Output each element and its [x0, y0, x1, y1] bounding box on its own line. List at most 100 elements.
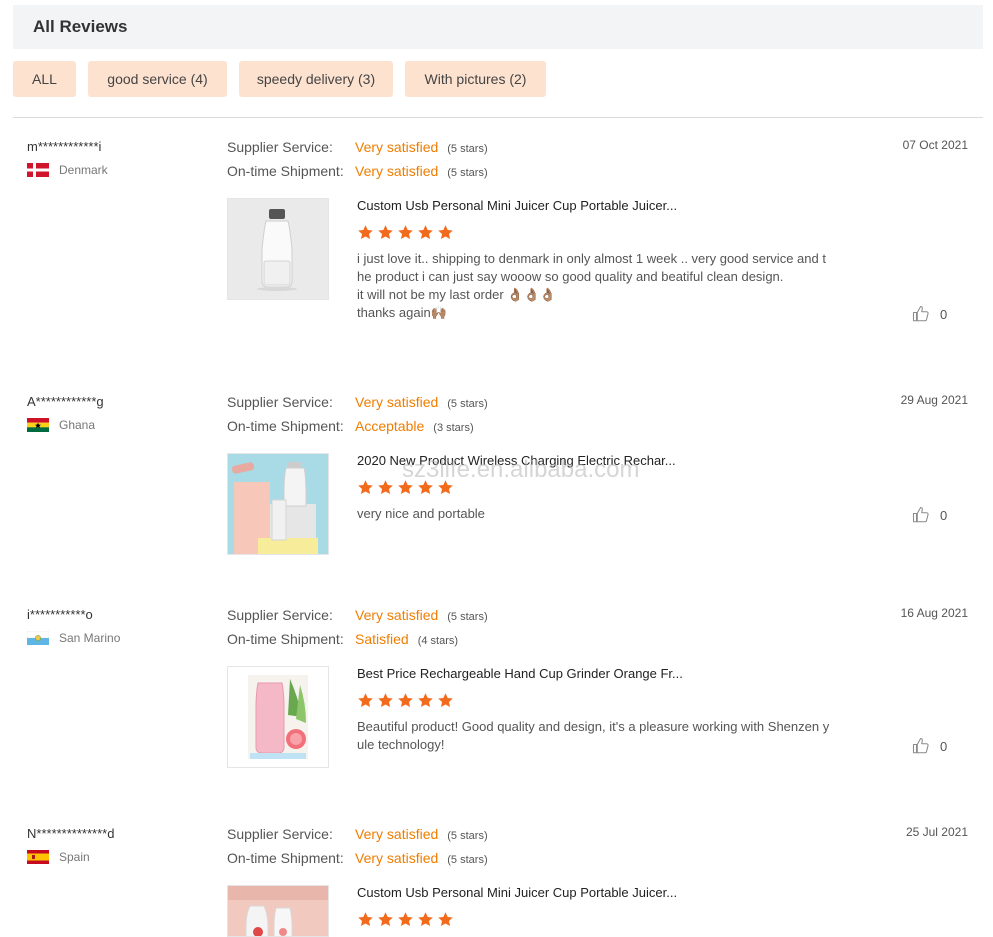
flag-spain-icon	[27, 850, 49, 864]
product-link[interactable]: 2020 New Product Wireless Charging Elect…	[357, 453, 676, 468]
review-comment: very nice and portable	[357, 506, 485, 521]
supplier-service-rating: Supplier Service: Very satisfied (5 star…	[227, 607, 488, 623]
shipment-rating: On-time Shipment: Very satisfied (5 star…	[227, 850, 488, 866]
supplier-service-value: Very satisfied	[355, 394, 439, 410]
product-thumbnail[interactable]	[227, 885, 329, 937]
star-icon	[418, 693, 433, 708]
star-icon	[418, 912, 433, 927]
star-icon	[358, 693, 373, 708]
country-name: Ghana	[59, 418, 96, 432]
shipment-value: Acceptable	[355, 418, 425, 434]
shipment-label: On-time Shipment:	[227, 163, 344, 179]
shipment-rating: On-time Shipment: Acceptable (3 stars)	[227, 418, 474, 434]
filter-speedy-delivery[interactable]: speedy delivery (3)	[239, 61, 393, 97]
like-count: 0	[940, 507, 948, 523]
shipment-value: Satisfied	[355, 631, 409, 647]
star-icon	[438, 912, 453, 927]
product-link[interactable]: Best Price Rechargeable Hand Cup Grinder…	[357, 666, 683, 681]
reviewer-name: i***********o	[27, 607, 93, 622]
shipment-rating: On-time Shipment: Satisfied (4 stars)	[227, 631, 458, 647]
reviewer-country: Denmark	[27, 163, 108, 177]
flag-denmark-icon	[27, 163, 49, 177]
reviewer-name: m************i	[27, 139, 102, 154]
shipment-stars: (4 stars)	[417, 635, 459, 647]
supplier-service-rating: Supplier Service: Very satisfied (5 star…	[227, 139, 488, 155]
product-thumbnail[interactable]	[227, 666, 329, 768]
reviewer-country: Ghana	[27, 418, 95, 432]
thumbs-up-icon	[912, 737, 929, 754]
supplier-service-label: Supplier Service:	[227, 139, 333, 155]
shipment-label: On-time Shipment:	[227, 418, 344, 434]
star-icon	[378, 693, 393, 708]
review-date: 16 Aug 2021	[900, 606, 968, 620]
divider	[13, 117, 983, 118]
star-icon	[418, 480, 433, 495]
filter-with-pictures[interactable]: With pictures (2)	[405, 61, 546, 97]
thumbs-up-icon	[912, 506, 929, 523]
supplier-service-label: Supplier Service:	[227, 394, 333, 410]
star-icon	[378, 225, 393, 240]
shipment-stars: (5 stars)	[447, 854, 488, 866]
supplier-service-label: Supplier Service:	[227, 826, 333, 842]
star-icon	[378, 480, 393, 495]
country-name: Spain	[59, 850, 90, 864]
star-icon	[398, 693, 413, 708]
review-date: 25 Jul 2021	[905, 825, 968, 839]
reviewer-country: Spain	[27, 850, 90, 864]
like-button[interactable]: 0	[912, 737, 947, 755]
like-count: 0	[940, 306, 948, 322]
star-icon	[418, 225, 433, 240]
supplier-service-stars: (5 stars)	[447, 398, 488, 410]
shipment-rating: On-time Shipment: Very satisfied (5 star…	[227, 163, 488, 179]
country-name: San Marino	[59, 631, 121, 645]
review-comment: i just love it.. shipping to denmark in …	[357, 251, 826, 320]
reviews-header: All Reviews	[13, 5, 983, 49]
shipment-value: Very satisfied	[355, 163, 439, 179]
product-link[interactable]: Custom Usb Personal Mini Juicer Cup Port…	[357, 885, 677, 900]
supplier-service-value: Very satisfied	[355, 607, 439, 623]
review-comment: Beautiful product! Good quality and desi…	[357, 719, 830, 752]
product-rating	[357, 224, 454, 241]
star-icon	[378, 912, 393, 927]
supplier-service-rating: Supplier Service: Very satisfied (5 star…	[227, 394, 488, 410]
like-button[interactable]: 0	[912, 506, 947, 524]
supplier-service-value: Very satisfied	[355, 826, 439, 842]
shipment-label: On-time Shipment:	[227, 631, 344, 647]
star-icon	[438, 225, 453, 240]
filter-good-service[interactable]: good service (4)	[88, 61, 227, 97]
star-icon	[358, 912, 373, 927]
shipment-stars: (3 stars)	[433, 422, 474, 434]
star-icon	[398, 912, 413, 927]
star-icon	[438, 693, 453, 708]
star-icon	[438, 480, 453, 495]
supplier-service-stars: (5 stars)	[447, 143, 488, 155]
review-date: 07 Oct 2021	[902, 138, 968, 152]
shipment-stars: (5 stars)	[447, 167, 488, 179]
supplier-service-stars: (5 stars)	[447, 830, 488, 842]
like-button[interactable]: 0	[912, 305, 947, 323]
star-icon	[358, 225, 373, 240]
shipment-label: On-time Shipment:	[227, 850, 344, 866]
product-link[interactable]: Custom Usb Personal Mini Juicer Cup Port…	[357, 198, 677, 213]
filter-all[interactable]: ALL	[13, 61, 76, 97]
product-rating	[357, 911, 454, 928]
product-rating	[357, 479, 454, 496]
page-title: All Reviews	[33, 17, 128, 36]
product-rating	[357, 692, 454, 709]
supplier-service-stars: (5 stars)	[447, 611, 488, 623]
reviewer-name: A************g	[27, 394, 104, 409]
star-icon	[398, 225, 413, 240]
like-count: 0	[940, 738, 948, 754]
flag-san-marino-icon	[27, 631, 49, 645]
reviewer-country: San Marino	[27, 631, 120, 645]
product-thumbnail[interactable]	[227, 453, 329, 555]
country-name: Denmark	[59, 163, 108, 177]
supplier-service-rating: Supplier Service: Very satisfied (5 star…	[227, 826, 488, 842]
star-icon	[398, 480, 413, 495]
supplier-service-value: Very satisfied	[355, 139, 439, 155]
shipment-value: Very satisfied	[355, 850, 439, 866]
supplier-service-label: Supplier Service:	[227, 607, 333, 623]
star-icon	[358, 480, 373, 495]
flag-ghana-icon	[27, 418, 49, 432]
product-thumbnail[interactable]	[227, 198, 329, 300]
